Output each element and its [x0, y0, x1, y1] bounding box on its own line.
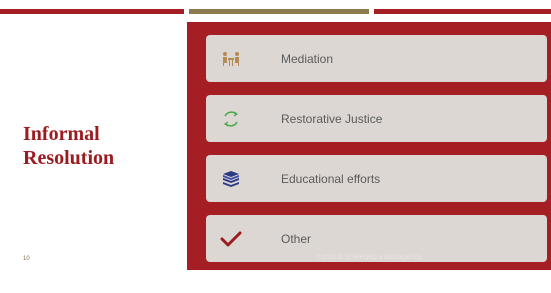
checkmark-icon: [220, 228, 242, 250]
stacked-books-icon: [220, 168, 242, 190]
cycle-arrows-icon: [220, 108, 242, 130]
top-accent-bar-right: [374, 9, 551, 14]
top-accent-bar-middle: [189, 9, 369, 14]
item-label: Mediation: [281, 51, 334, 66]
item-label: Educational efforts: [281, 171, 381, 186]
list-item-restorative-justice[interactable]: Restorative Justice: [206, 95, 547, 142]
item-label: Other: [281, 231, 312, 246]
item-label: Restorative Justice: [281, 111, 383, 126]
options-panel: Mediation Restorative Justice Educationa…: [187, 22, 551, 270]
top-accent-bar-left: [0, 9, 184, 14]
copyright-footer: © 2020 D. STAFFORD & ASSOCIATES: [316, 255, 422, 261]
meeting-people-icon: [220, 48, 242, 70]
slide-title: Informal Resolution: [23, 123, 115, 169]
list-item-mediation[interactable]: Mediation: [206, 35, 547, 82]
list-item-educational-efforts[interactable]: Educational efforts: [206, 155, 547, 202]
